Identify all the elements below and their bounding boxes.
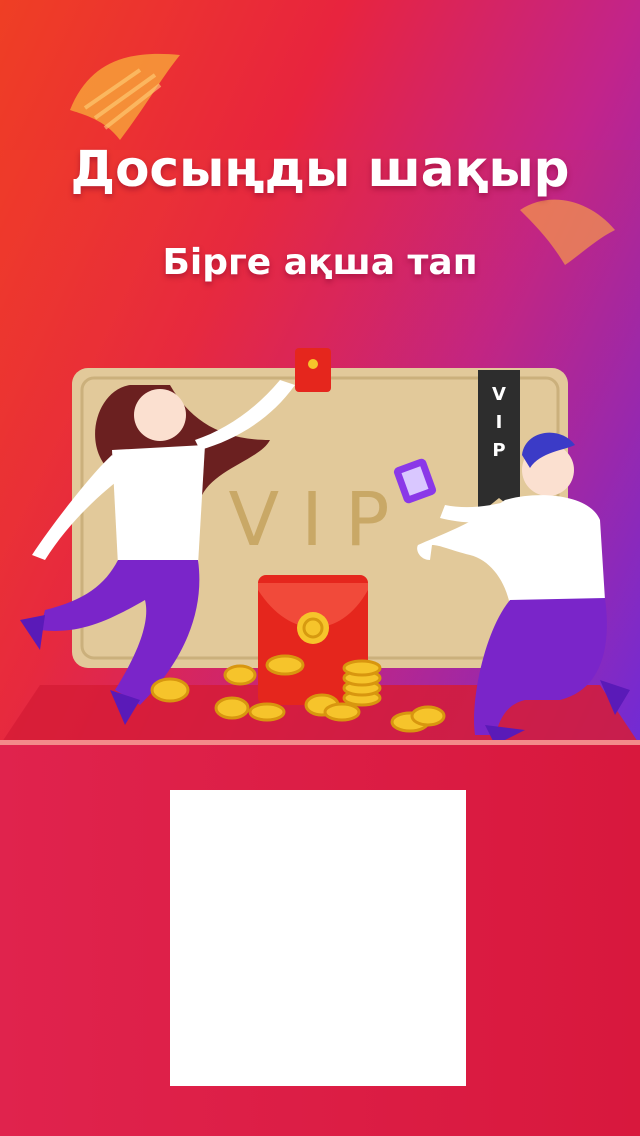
vip-bookmark-tag: V I P xyxy=(478,370,520,515)
referral-illustration: VIP V I P xyxy=(0,348,640,745)
svg-text:P: P xyxy=(492,440,505,461)
hero-banner: Досыңды шақыр Бірге ақша тап VIP V I P xyxy=(0,0,640,745)
svg-text:I: I xyxy=(496,412,503,433)
qr-code-placeholder xyxy=(170,790,466,1086)
red-envelope-small-icon xyxy=(295,348,331,392)
vip-card-text: VIP xyxy=(228,477,411,563)
svg-text:V: V xyxy=(492,384,506,405)
